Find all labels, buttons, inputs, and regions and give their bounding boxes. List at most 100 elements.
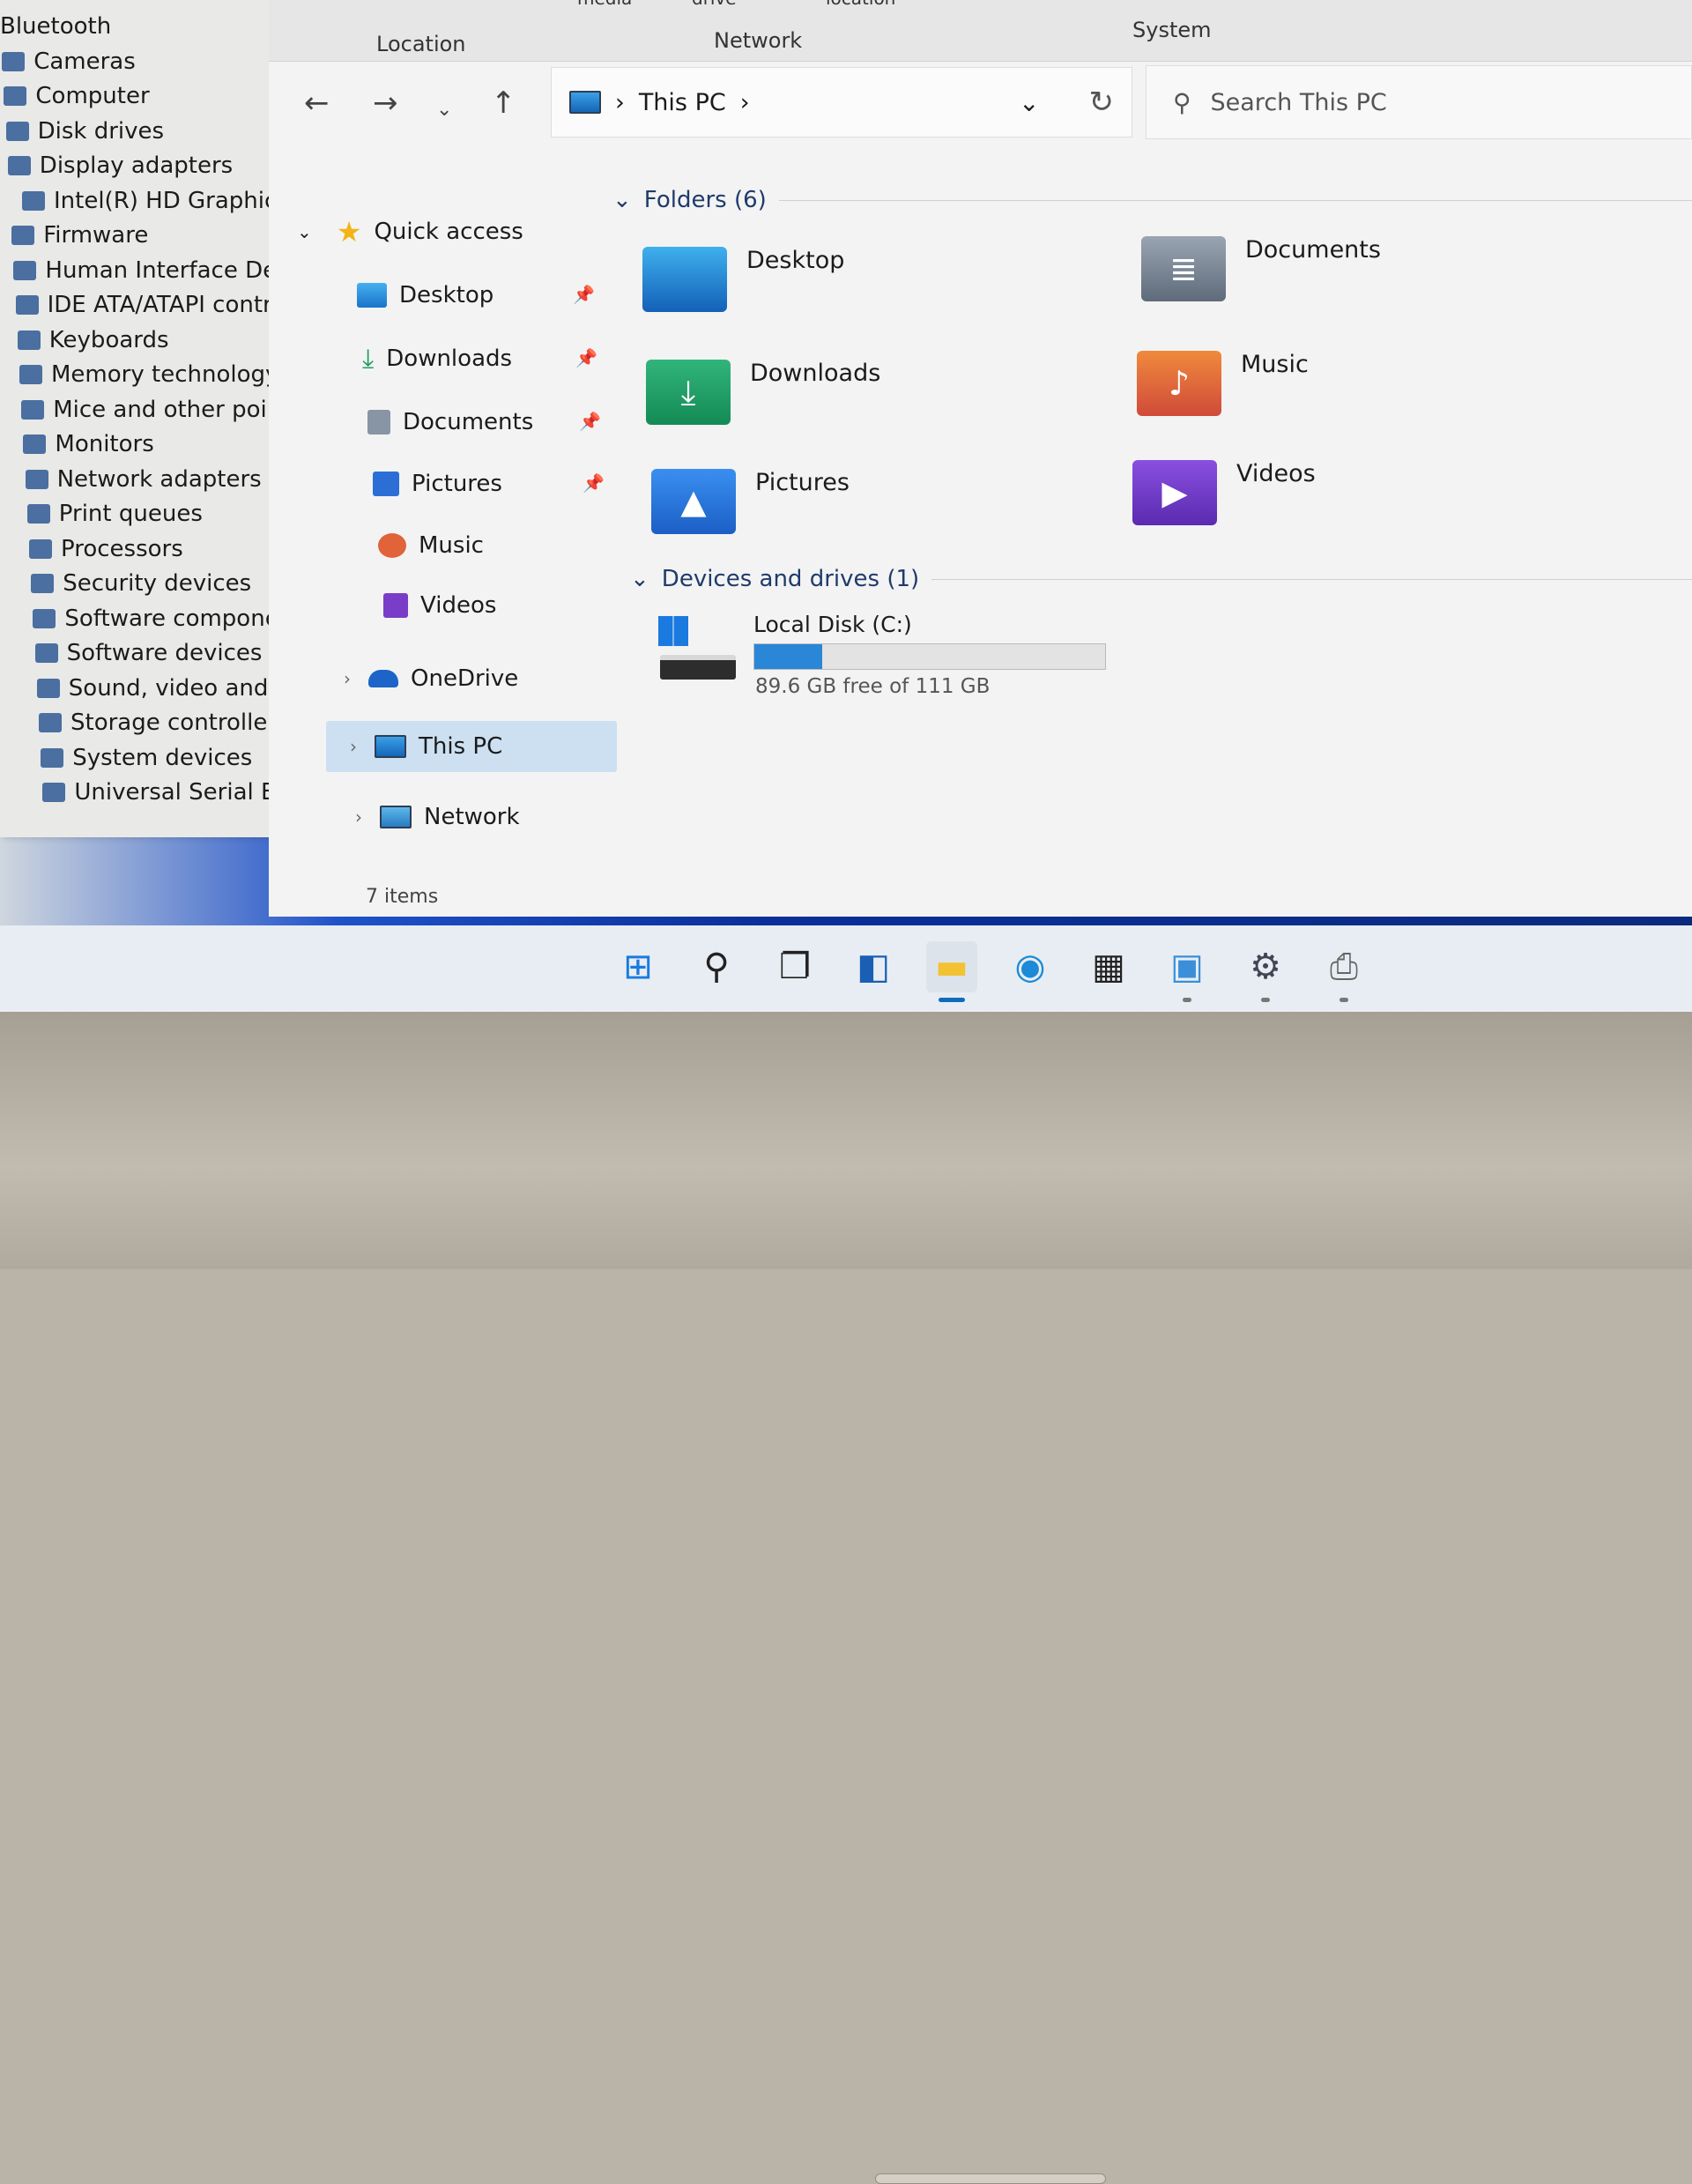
chevron-right-icon[interactable]: › [740,89,750,116]
recent-dropdown-button[interactable]: ⌄ [436,99,452,121]
nav-this-pc[interactable]: › This PC [350,724,502,769]
nav-quick-access[interactable]: ⌄ ★ Quick access [297,210,523,254]
system-icon [41,747,64,768]
status-item-count: 7 items [366,886,439,908]
chevron-down-icon[interactable]: ⌄ [630,566,649,592]
chevron-right-icon[interactable]: › [344,668,356,689]
folder-music[interactable]: ♪ Music [1137,351,1309,416]
device-category-item[interactable]: Cameras [2,46,136,78]
address-dropdown-icon[interactable]: ⌄ [1019,88,1039,117]
nav-downloads[interactable]: ⤓ Downloads [362,337,512,381]
drive-name: Local Disk (C:) [753,612,912,637]
star-icon: ★ [336,215,362,249]
folder-label: Music [1241,351,1309,378]
navigation-pane: ⌄ ★ Quick access Desktop ⤓ Downloads Docume… [269,167,617,899]
divider [778,199,1692,201]
pin-icon[interactable]: 📌 [575,347,597,368]
device-category-item[interactable]: Bluetooth [0,11,111,42]
back-button[interactable]: ← [304,85,330,121]
edge-icon[interactable]: ◉ [1005,941,1056,992]
device-manager-icon[interactable]: ⎙ [1318,941,1369,992]
forward-button[interactable]: → [373,85,398,121]
chevron-down-icon[interactable]: ⌄ [612,187,632,213]
music-folder-icon: ♪ [1137,351,1221,416]
nav-network[interactable]: › Network [355,795,520,839]
pin-icon[interactable]: 📌 [573,284,595,305]
videos-icon [383,593,408,618]
folder-videos[interactable]: ▶ Videos [1132,460,1316,525]
widgets-icon[interactable]: ◧ [848,941,899,992]
folder-downloads[interactable]: ⤓ Downloads [646,360,880,425]
devices-section-header[interactable]: ⌄ Devices and drives (1) [630,566,1692,592]
device-category-item[interactable]: Processors [29,533,183,565]
nav-label: Network [424,804,520,830]
device-category-item[interactable]: Firmware [11,219,148,251]
search-box[interactable]: ⚲ Search This PC [1146,65,1692,139]
task-view-icon[interactable]: ❐ [769,941,820,992]
printer-icon [26,504,50,524]
device-category-label: System devices [72,744,253,771]
device-category-item[interactable]: Print queues [26,498,203,530]
nav-music[interactable]: Music [378,524,484,568]
navigation-bar: ← → ⌄ ↑ › This PC › ⌄ ↻ ⚲ Search This PC [269,63,1692,143]
nav-desktop[interactable]: Desktop [357,273,494,317]
memory-icon [19,365,42,384]
device-category-label: Disk drives [37,117,165,145]
up-button[interactable]: ↑ [491,85,516,121]
ribbon-label[interactable]: location [826,0,895,9]
device-category-item[interactable]: System devices [41,742,252,774]
drive-local-disk-c[interactable]: Local Disk (C:) 89.6 GB free of 111 GB [657,612,1379,709]
file-explorer-icon[interactable]: ▬ [926,941,977,992]
device-category-item[interactable]: Storage controllers [39,707,289,739]
device-category-label: Software devices [66,640,263,666]
pin-icon[interactable]: 📌 [583,472,605,494]
device-category-item[interactable]: Monitors [23,428,154,460]
nav-onedrive[interactable]: › OneDrive [344,657,518,701]
onedrive-icon [368,670,398,687]
ribbon-label[interactable]: drive [692,0,737,9]
device-category-item[interactable]: Security devices [31,568,251,599]
device-category-item[interactable]: Computer [4,80,150,112]
ribbon-label[interactable]: media [577,0,632,9]
nav-pictures[interactable]: Pictures [373,462,502,506]
nav-documents[interactable]: Documents [367,400,533,444]
camera-icon [2,51,26,71]
settings-icon[interactable]: ⚙ [1240,941,1291,992]
ribbon-group-network: Network [714,28,803,53]
folder-label: Documents [1245,236,1381,264]
nav-videos[interactable]: Videos [383,583,496,628]
device-category-item[interactable]: Network adapters [25,464,262,495]
this-pc-icon [375,735,406,758]
device-category-item[interactable]: Software devices [34,637,263,669]
ribbon-group-system: System [1132,18,1212,42]
ribbon-group-location: Location [376,32,466,56]
device-category-item[interactable]: Disk drives [5,115,165,147]
device-category-label: Bluetooth [0,13,112,40]
search-icon[interactable]: ⚲ [691,941,742,992]
chevron-right-icon[interactable]: › [355,806,367,828]
device-category-label: Monitors [55,431,154,457]
chevron-right-icon[interactable]: › [350,736,362,757]
address-bar[interactable]: › This PC › ⌄ ↻ [551,67,1132,137]
nav-label: Downloads [386,345,513,372]
store-icon[interactable]: ▦ [1083,941,1134,992]
folder-desktop[interactable]: Desktop [642,247,844,312]
folder-pictures[interactable]: ▲ Pictures [651,469,850,534]
refresh-icon[interactable]: ↻ [1089,85,1115,120]
start-icon[interactable]: ⊞ [612,941,664,992]
drive-usage-fill [754,644,822,669]
breadcrumb-this-pc[interactable]: This PC [639,89,726,116]
search-icon: ⚲ [1173,87,1191,117]
pin-icon[interactable]: 📌 [579,411,601,432]
control-panel-icon[interactable]: ▣ [1161,941,1213,992]
drive-usage-bar [753,643,1106,670]
security-icon [31,574,55,593]
device-category-item[interactable]: Keyboards [17,324,169,356]
chevron-down-icon[interactable]: ⌄ [297,221,312,242]
nav-label: OneDrive [411,665,519,692]
downloads-folder-icon: ⤓ [646,360,731,425]
search-input[interactable]: Search This PC [1211,89,1387,116]
device-category-item[interactable]: Display adapters [7,150,233,182]
folder-documents[interactable]: ≣ Documents [1141,236,1381,301]
folders-section-header[interactable]: ⌄ Folders (6) [612,187,1692,213]
